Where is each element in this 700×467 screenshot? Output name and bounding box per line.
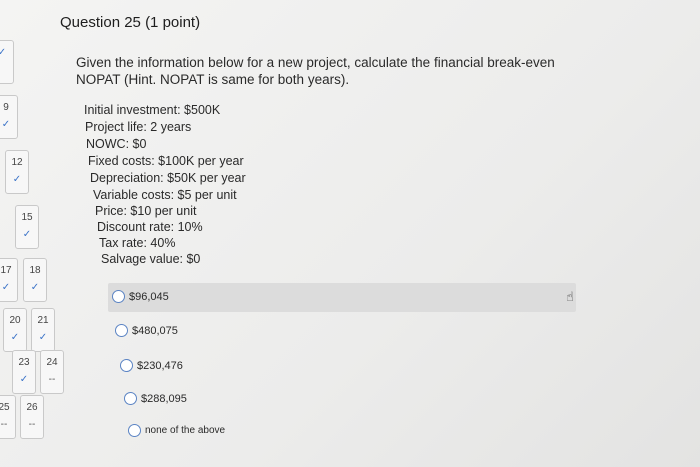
question-prompt: Given the information below for a new pr…: [76, 55, 555, 87]
answer-option-5[interactable]: none of the above: [128, 424, 225, 437]
info-line: Fixed costs: $100K per year: [88, 154, 244, 168]
radio-button[interactable]: [112, 290, 125, 303]
nav-question-item[interactable]: 25 --: [0, 395, 16, 439]
check-icon: ✓: [30, 282, 40, 293]
nav-question-item[interactable]: ✓: [0, 40, 14, 84]
info-line: Variable costs: $5 per unit: [93, 188, 237, 202]
answer-option-3[interactable]: $230,476: [120, 359, 183, 372]
nav-question-item[interactable]: 18 ✓: [23, 258, 47, 302]
nav-question-item[interactable]: 20 ✓: [3, 308, 27, 352]
check-icon: ✓: [1, 282, 11, 293]
answer-option-2[interactable]: $480,075: [115, 324, 178, 337]
info-line: Depreciation: $50K per year: [90, 171, 246, 185]
answer-option-1[interactable]: $96,045: [112, 290, 169, 303]
radio-button[interactable]: [128, 424, 141, 437]
check-icon: ✓: [19, 374, 29, 385]
check-icon: ✓: [22, 229, 32, 240]
radio-button[interactable]: [120, 359, 133, 372]
dash-icon: --: [48, 374, 56, 385]
info-line: Project life: 2 years: [85, 120, 192, 134]
check-icon: ✓: [10, 332, 20, 343]
nav-question-item[interactable]: 12 ✓: [5, 150, 29, 194]
check-icon: ✓: [38, 332, 48, 343]
answer-option-4[interactable]: $288,095: [124, 392, 187, 405]
info-line: NOWC: $0: [86, 137, 147, 151]
info-line: Discount rate: 10%: [97, 220, 203, 234]
radio-button[interactable]: [124, 392, 137, 405]
dash-icon: --: [28, 419, 36, 430]
nav-question-item[interactable]: 9 ✓: [0, 95, 18, 139]
info-line: Initial investment: $500K: [84, 103, 221, 117]
check-icon: ✓: [12, 174, 22, 185]
info-line: Salvage value: $0: [101, 252, 201, 266]
info-line: Price: $10 per unit: [95, 204, 197, 218]
answer-option-highlight: [108, 283, 576, 312]
nav-question-item[interactable]: 23 ✓: [12, 350, 36, 394]
check-icon: ✓: [1, 119, 11, 130]
nav-question-item[interactable]: 24 --: [40, 350, 64, 394]
nav-question-item[interactable]: 21 ✓: [31, 308, 55, 352]
dash-icon: --: [0, 419, 8, 430]
nav-question-item[interactable]: 15 ✓: [15, 205, 39, 249]
check-icon: ✓: [0, 47, 7, 58]
question-title: Question 25 (1 point): [60, 14, 201, 31]
hand-pointer-icon: ☝: [566, 289, 574, 304]
nav-question-item[interactable]: 17 ✓: [0, 258, 18, 302]
question-navigator: ✓ 9 ✓ 12 ✓ 15 ✓ 17 ✓ 18 ✓ 20 ✓ 21 ✓ 23 ✓…: [0, 0, 70, 467]
nav-question-item[interactable]: 26 --: [20, 395, 44, 439]
info-line: Tax rate: 40%: [99, 236, 176, 250]
radio-button[interactable]: [115, 324, 128, 337]
